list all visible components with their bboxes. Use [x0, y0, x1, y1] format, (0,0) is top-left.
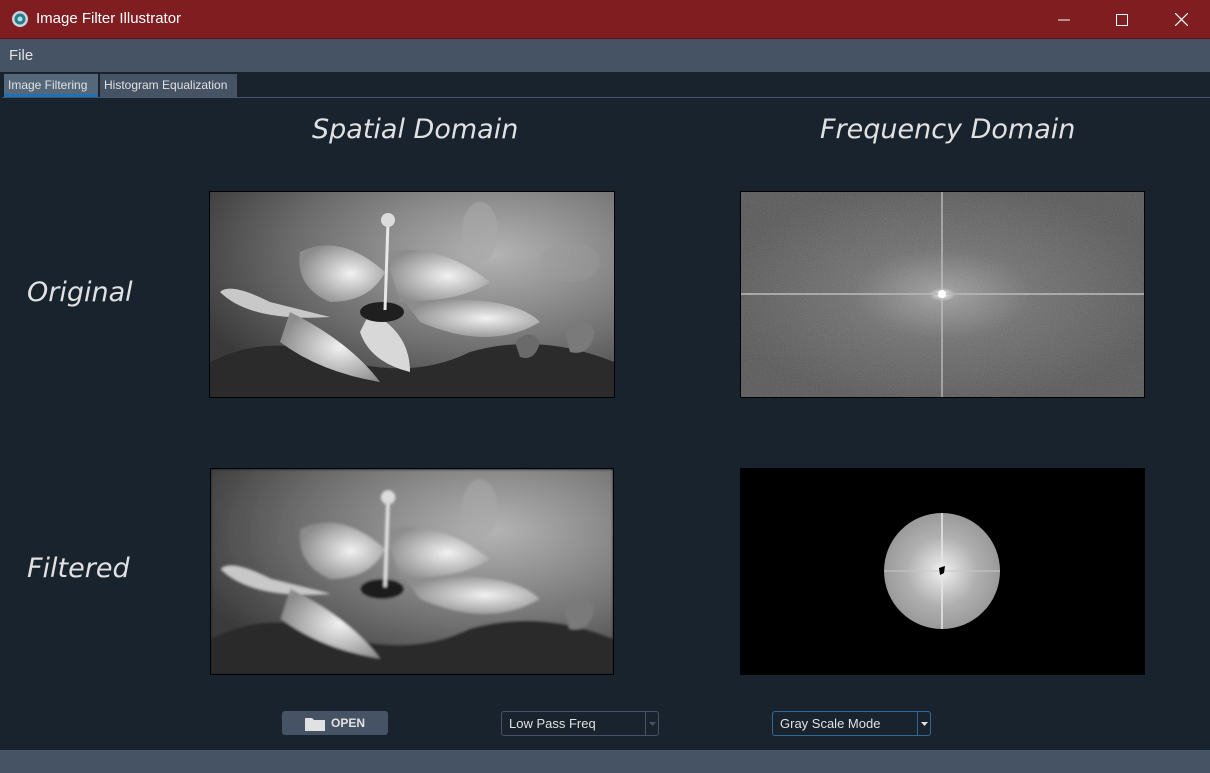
maximize-button[interactable] [1093, 0, 1151, 39]
chevron-down-icon[interactable] [917, 712, 930, 735]
color-mode-select[interactable]: Gray Scale Mode [772, 711, 931, 736]
title-bar: Image Filter Illustrator [0, 0, 1210, 39]
filter-type-select[interactable]: Low Pass Freq [501, 711, 659, 736]
minimize-icon [1058, 19, 1070, 20]
open-button-label: OPEN [330, 716, 365, 730]
frequency-domain-heading: Frequency Domain [820, 114, 1076, 145]
menu-file[interactable]: File [9, 47, 33, 64]
close-icon [1174, 13, 1188, 26]
app-icon [12, 11, 28, 27]
window-title: Image Filter Illustrator [36, 10, 182, 27]
status-bar [0, 750, 1210, 773]
filtered-row-label: Filtered [27, 553, 130, 584]
tab-image-filtering[interactable]: Image Filtering [4, 74, 98, 97]
spatial-domain-heading: Spatial Domain [312, 114, 519, 145]
original-spatial-image [209, 191, 615, 398]
filter-type-value: Low Pass Freq [509, 716, 596, 731]
folder-icon [304, 717, 325, 731]
tab-histogram-equalization[interactable]: Histogram Equalization [100, 74, 237, 97]
open-button[interactable]: OPEN [282, 711, 388, 735]
maximize-icon [1116, 13, 1128, 26]
original-frequency-spectrum [740, 191, 1145, 398]
original-row-label: Original [27, 277, 133, 308]
close-button[interactable] [1152, 0, 1210, 39]
filtered-frequency-spectrum [740, 468, 1145, 675]
color-mode-value: Gray Scale Mode [780, 716, 881, 731]
minimize-button[interactable] [1035, 0, 1093, 39]
menu-bar: File [0, 39, 1210, 72]
filtered-spatial-image [210, 468, 614, 675]
tab-bar: Image Filtering Histogram Equalization [0, 72, 1210, 98]
chevron-down-icon[interactable] [645, 712, 658, 735]
